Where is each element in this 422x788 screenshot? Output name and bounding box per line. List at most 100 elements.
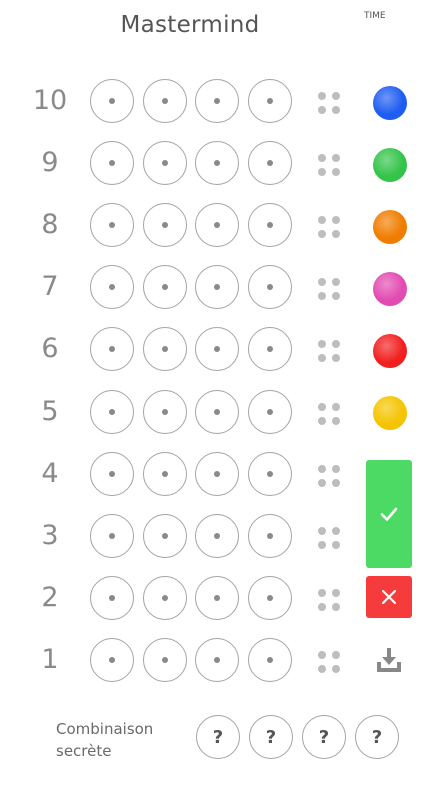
peg-slot[interactable]: [143, 327, 187, 371]
feedback-dot: [318, 340, 326, 348]
board-row: 10: [0, 79, 360, 127]
feedback-dot: [332, 403, 340, 411]
feedback-dot: [318, 216, 326, 224]
feedback-dot: [332, 417, 340, 425]
board-row: 6: [0, 327, 360, 375]
peg-slot[interactable]: [90, 452, 134, 496]
feedback-pegs: [316, 525, 344, 553]
peg-slot[interactable]: [248, 265, 292, 309]
feedback-dot: [332, 354, 340, 362]
peg-slot[interactable]: [248, 203, 292, 247]
peg-slot[interactable]: [90, 141, 134, 185]
peg-slot[interactable]: [195, 327, 239, 371]
feedback-pegs: [316, 463, 344, 491]
peg-slot[interactable]: [195, 638, 239, 682]
peg-slot[interactable]: [248, 452, 292, 496]
peg-slot[interactable]: [143, 141, 187, 185]
peg-slot[interactable]: [143, 514, 187, 558]
feedback-dot: [332, 479, 340, 487]
feedback-dot: [332, 216, 340, 224]
peg-slot[interactable]: [195, 452, 239, 496]
feedback-dot: [318, 292, 326, 300]
row-number: 3: [41, 520, 59, 551]
feedback-dot: [332, 92, 340, 100]
peg-slot[interactable]: [195, 514, 239, 558]
color-peg-yellow[interactable]: [373, 396, 407, 430]
feedback-dot: [318, 603, 326, 611]
feedback-dot: [318, 92, 326, 100]
peg-slot[interactable]: [195, 576, 239, 620]
feedback-dot: [318, 651, 326, 659]
feedback-dot: [332, 465, 340, 473]
feedback-dot: [318, 154, 326, 162]
board-row: 9: [0, 141, 360, 189]
row-number: 8: [41, 209, 59, 240]
feedback-dot: [318, 417, 326, 425]
secret-peg: ?: [196, 715, 240, 759]
feedback-dot: [332, 651, 340, 659]
peg-slot[interactable]: [248, 141, 292, 185]
peg-slot[interactable]: [143, 390, 187, 434]
color-peg-pink[interactable]: [373, 272, 407, 306]
secret-peg: ?: [249, 715, 293, 759]
peg-slot[interactable]: [143, 79, 187, 123]
peg-slot[interactable]: [195, 203, 239, 247]
feedback-pegs: [316, 338, 344, 366]
peg-slot[interactable]: [90, 327, 134, 371]
peg-slot[interactable]: [248, 327, 292, 371]
feedback-pegs: [316, 276, 344, 304]
peg-slot[interactable]: [90, 576, 134, 620]
peg-slot[interactable]: [248, 390, 292, 434]
feedback-dot: [318, 278, 326, 286]
feedback-dot: [332, 665, 340, 673]
page-title: Mastermind: [120, 12, 260, 38]
secret-label-line2: secrète: [56, 742, 112, 760]
peg-slot[interactable]: [248, 79, 292, 123]
cancel-button[interactable]: [366, 576, 412, 618]
feedback-dot: [318, 354, 326, 362]
peg-slot[interactable]: [143, 452, 187, 496]
peg-slot[interactable]: [143, 203, 187, 247]
board-row: 7: [0, 265, 360, 313]
feedback-dot: [318, 541, 326, 549]
peg-slot[interactable]: [248, 514, 292, 558]
download-icon: [377, 648, 401, 672]
check-icon: [380, 507, 398, 521]
download-button[interactable]: [371, 642, 407, 678]
validate-button[interactable]: [366, 460, 412, 568]
row-number: 1: [41, 644, 59, 675]
peg-slot[interactable]: [90, 79, 134, 123]
peg-slot[interactable]: [90, 638, 134, 682]
secret-combination-label: Combinaison secrète: [56, 718, 153, 762]
peg-slot[interactable]: [90, 203, 134, 247]
row-number: 5: [41, 396, 59, 427]
peg-slot[interactable]: [195, 265, 239, 309]
feedback-dot: [318, 527, 326, 535]
peg-slot[interactable]: [195, 141, 239, 185]
feedback-dot: [318, 665, 326, 673]
row-number: 7: [41, 271, 59, 302]
peg-slot[interactable]: [195, 79, 239, 123]
peg-slot[interactable]: [90, 390, 134, 434]
peg-slot[interactable]: [90, 514, 134, 558]
board-row: 3: [0, 514, 360, 562]
feedback-dot: [332, 168, 340, 176]
feedback-dot: [318, 479, 326, 487]
color-peg-orange[interactable]: [373, 210, 407, 244]
feedback-pegs: [316, 90, 344, 118]
peg-slot[interactable]: [143, 638, 187, 682]
board-row: 1: [0, 638, 360, 686]
peg-slot[interactable]: [143, 576, 187, 620]
peg-slot[interactable]: [248, 576, 292, 620]
peg-slot[interactable]: [248, 638, 292, 682]
color-peg-red[interactable]: [373, 334, 407, 368]
feedback-dot: [332, 541, 340, 549]
feedback-pegs: [316, 401, 344, 429]
color-peg-blue[interactable]: [373, 86, 407, 120]
row-number: 10: [32, 85, 68, 116]
peg-slot[interactable]: [143, 265, 187, 309]
color-peg-green[interactable]: [373, 148, 407, 182]
feedback-dot: [332, 106, 340, 114]
peg-slot[interactable]: [195, 390, 239, 434]
peg-slot[interactable]: [90, 265, 134, 309]
